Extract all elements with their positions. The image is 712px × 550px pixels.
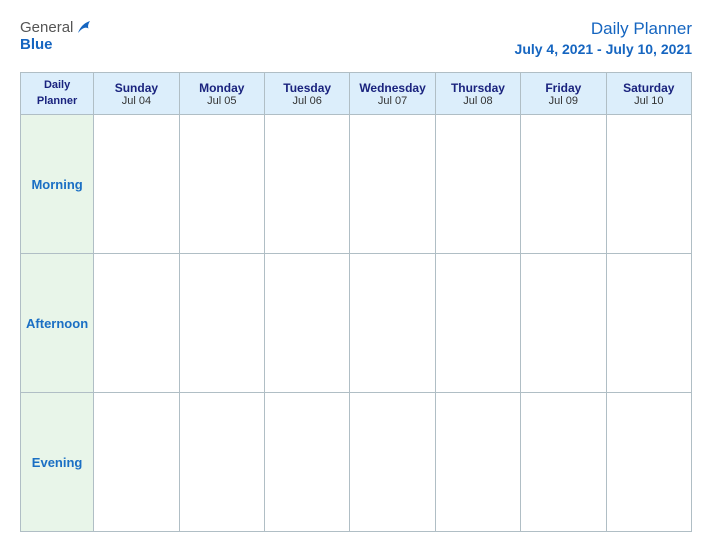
cell-evening-thursday[interactable] <box>435 393 520 532</box>
logo-text: General <box>20 18 93 36</box>
cell-evening-tuesday[interactable] <box>264 393 349 532</box>
cell-morning-wednesday[interactable] <box>350 115 435 254</box>
header-wednesday: Wednesday Jul 07 <box>350 73 435 115</box>
cell-afternoon-tuesday[interactable] <box>264 254 349 393</box>
header: General Blue Daily Planner July 4, 2021 … <box>20 18 692 58</box>
row-label-morning: Morning <box>21 115 94 254</box>
logo-blue-text: Blue <box>20 36 53 53</box>
cell-afternoon-saturday[interactable] <box>606 254 691 393</box>
row-label-afternoon: Afternoon <box>21 254 94 393</box>
header-friday: Friday Jul 09 <box>521 73 606 115</box>
cell-morning-saturday[interactable] <box>606 115 691 254</box>
table-header-row: DailyPlanner Sunday Jul 04 Monday Jul 05… <box>21 73 692 115</box>
row-morning: Morning <box>21 115 692 254</box>
cell-evening-saturday[interactable] <box>606 393 691 532</box>
cell-evening-monday[interactable] <box>179 393 264 532</box>
cell-afternoon-friday[interactable] <box>521 254 606 393</box>
logo-general-text: General <box>20 19 73 36</box>
cell-afternoon-sunday[interactable] <box>94 254 179 393</box>
row-label-evening: Evening <box>21 393 94 532</box>
planner-title: Daily Planner <box>515 18 692 40</box>
cell-evening-sunday[interactable] <box>94 393 179 532</box>
title-area: Daily Planner July 4, 2021 - July 10, 20… <box>515 18 692 58</box>
row-evening: Evening <box>21 393 692 532</box>
header-tuesday: Tuesday Jul 06 <box>264 73 349 115</box>
header-label-cell: DailyPlanner <box>21 73 94 115</box>
cell-evening-friday[interactable] <box>521 393 606 532</box>
cell-morning-thursday[interactable] <box>435 115 520 254</box>
generalblue-icon <box>75 18 93 36</box>
row-afternoon: Afternoon <box>21 254 692 393</box>
planner-table: DailyPlanner Sunday Jul 04 Monday Jul 05… <box>20 72 692 532</box>
cell-afternoon-wednesday[interactable] <box>350 254 435 393</box>
cell-afternoon-thursday[interactable] <box>435 254 520 393</box>
cell-morning-friday[interactable] <box>521 115 606 254</box>
header-monday: Monday Jul 05 <box>179 73 264 115</box>
logo-area: General Blue <box>20 18 93 53</box>
header-sunday: Sunday Jul 04 <box>94 73 179 115</box>
header-saturday: Saturday Jul 10 <box>606 73 691 115</box>
header-thursday: Thursday Jul 08 <box>435 73 520 115</box>
cell-morning-tuesday[interactable] <box>264 115 349 254</box>
date-range: July 4, 2021 - July 10, 2021 <box>515 40 692 58</box>
cell-afternoon-monday[interactable] <box>179 254 264 393</box>
cell-morning-monday[interactable] <box>179 115 264 254</box>
cell-morning-sunday[interactable] <box>94 115 179 254</box>
cell-evening-wednesday[interactable] <box>350 393 435 532</box>
